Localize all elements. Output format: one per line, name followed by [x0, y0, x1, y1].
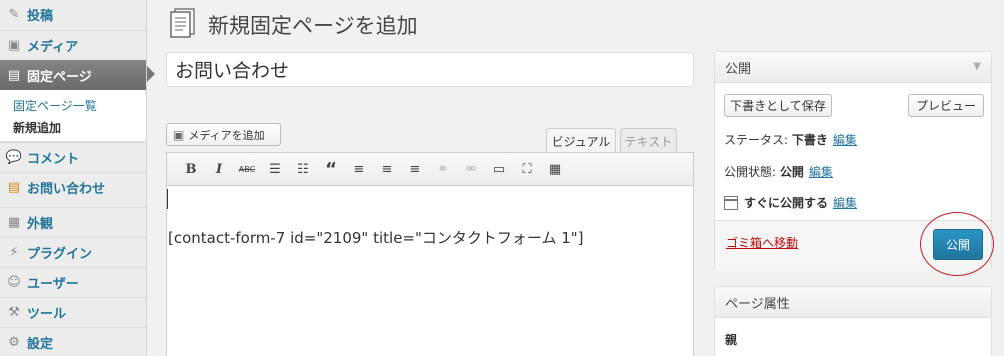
italic-button[interactable]: I: [205, 156, 233, 182]
calendar-icon: [724, 195, 738, 210]
schedule-label: すぐに公開する: [744, 196, 829, 210]
tools-icon: ⚒: [8, 304, 20, 320]
media-icon: ▣: [7, 37, 21, 53]
editor-area[interactable]: [166, 186, 694, 356]
bullet-list-icon[interactable]: ☰: [261, 156, 289, 182]
status-row: ステータス: 下書き 編集: [724, 131, 857, 148]
schedule-row: すぐに公開する 編集: [724, 194, 857, 211]
page-attributes-header[interactable]: ページ属性: [715, 287, 991, 318]
menu-label: 投稿: [27, 9, 54, 24]
preview-button[interactable]: プレビュー: [908, 94, 984, 117]
save-draft-button[interactable]: 下書きとして保存: [724, 94, 832, 117]
numbered-list-icon[interactable]: ☷: [289, 156, 317, 182]
parent-label: 親: [725, 333, 738, 347]
tab-visual[interactable]: ビジュアル: [546, 128, 616, 153]
menu-item-tools[interactable]: ⚒ ツール: [0, 297, 146, 326]
page-attributes-title: ページ属性: [725, 296, 790, 312]
pin-icon: ✎: [8, 7, 20, 22]
menu-label: ツール: [27, 306, 67, 322]
blockquote-button[interactable]: “: [317, 156, 345, 182]
edit-status-link[interactable]: 編集: [833, 131, 857, 148]
menu-label: 設定: [27, 336, 54, 352]
contact-icon: ▤: [7, 179, 21, 195]
post-title-input[interactable]: [166, 52, 694, 87]
strikethrough-button[interactable]: ABC: [233, 156, 261, 182]
read-more-icon[interactable]: ▭: [485, 156, 513, 182]
settings-icon: ⚙: [8, 334, 20, 350]
menu-item-media[interactable]: ▣ メディア: [0, 30, 146, 59]
status-label: ステータス:: [724, 133, 789, 147]
visibility-row: 公開状態: 公開 編集: [724, 163, 833, 180]
menu-label: 固定ページ: [27, 69, 92, 85]
edit-visibility-link[interactable]: 編集: [809, 163, 833, 180]
kitchen-sink-icon[interactable]: ▦: [541, 156, 569, 182]
admin-sidebar: ✎ 投稿 ▣ メディア ▤ 固定ページ 固定ページ一覧 新規追加 💬 コメント …: [0, 0, 155, 356]
unlink-icon[interactable]: ⚮: [457, 156, 485, 182]
comment-icon: 💬: [5, 149, 23, 165]
pages-icon: ▤: [7, 67, 21, 83]
pages-submenu: 固定ページ一覧 新規追加: [0, 90, 146, 142]
menu-item-users[interactable]: ☺ ユーザー: [0, 267, 146, 296]
edit-schedule-link[interactable]: 編集: [833, 194, 857, 211]
menu-label: メディア: [27, 39, 79, 55]
align-left-icon[interactable]: ≡: [345, 156, 373, 182]
users-icon: ☺: [7, 274, 21, 290]
submenu-add-new[interactable]: 新規追加: [13, 119, 61, 136]
editor-content[interactable]: [contact-form-7 id="2109" title="コンタクトフォ…: [168, 227, 584, 248]
page-title: 新規固定ページを追加: [208, 14, 418, 38]
menu-item-pages[interactable]: ▤ 固定ページ: [0, 60, 155, 90]
bold-button[interactable]: B: [177, 156, 205, 182]
annotation-circle: [920, 212, 994, 276]
collapse-arrow-icon[interactable]: ▼: [973, 61, 981, 72]
menu-label: ユーザー: [27, 276, 79, 292]
link-icon[interactable]: ⚭: [429, 156, 457, 182]
menu-label: プラグイン: [27, 246, 93, 262]
status-value: 下書き: [791, 133, 828, 147]
align-right-icon[interactable]: ≡: [401, 156, 429, 182]
menu-label: 外観: [27, 216, 54, 232]
menu-item-appearance[interactable]: ▦ 外観: [0, 207, 146, 236]
plugin-icon: ⚡: [9, 244, 19, 260]
publish-box-title: 公開: [725, 61, 752, 77]
menu-label: お問い合わせ: [27, 181, 106, 197]
fullscreen-icon[interactable]: ⛶: [513, 156, 541, 182]
page-icon: [170, 8, 195, 38]
menu-item-settings[interactable]: ⚙ 設定: [0, 327, 146, 356]
editor-toolbar: B I ABC ☰ ☷ “ ≡ ≡ ≡ ⚭ ⚮ ▭ ⛶ ▦: [166, 152, 694, 186]
add-media-button[interactable]: ▣ メディアを追加: [166, 123, 281, 146]
media-icon: ▣: [173, 127, 185, 142]
appearance-icon: ▦: [7, 214, 21, 230]
menu-label: コメント: [27, 151, 80, 167]
move-to-trash-link[interactable]: ゴミ箱へ移動: [726, 234, 798, 251]
menu-item-contact[interactable]: ▤ お問い合わせ: [0, 172, 146, 201]
align-center-icon[interactable]: ≡: [373, 156, 401, 182]
submenu-all-pages[interactable]: 固定ページ一覧: [13, 97, 97, 114]
visibility-value: 公開: [779, 165, 804, 179]
text-cursor: [167, 189, 168, 209]
add-media-label: メディアを追加: [188, 128, 265, 142]
publish-box-header[interactable]: 公開 ▼: [715, 52, 991, 83]
visibility-label: 公開状態:: [724, 165, 777, 179]
menu-item-posts[interactable]: ✎ 投稿: [0, 0, 146, 29]
menu-item-plugins[interactable]: ⚡ プラグイン: [0, 237, 146, 266]
menu-item-comments[interactable]: 💬 コメント: [0, 142, 146, 171]
tab-text[interactable]: テキスト: [620, 128, 677, 153]
page-attributes-box: ページ属性 親: [714, 286, 992, 356]
